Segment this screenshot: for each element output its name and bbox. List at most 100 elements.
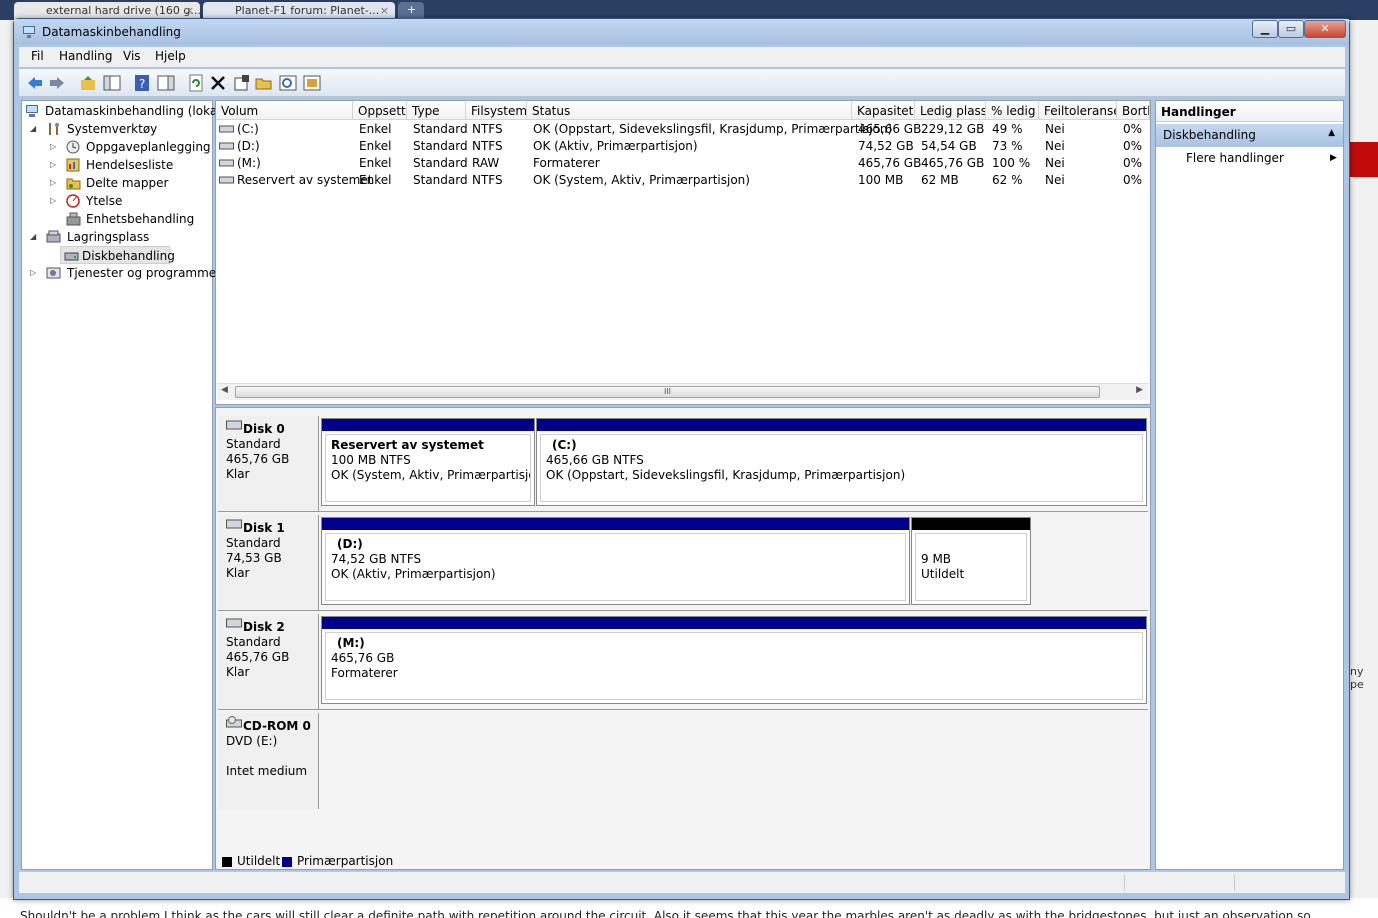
collapse-up-icon[interactable]: ▲ xyxy=(1328,128,1335,138)
disk-label[interactable]: Disk 1 Standard 74,53 GB Klar xyxy=(218,515,319,610)
search-icon[interactable] xyxy=(279,74,297,92)
table-cell[interactable]: 49 % xyxy=(992,121,1023,138)
column-header[interactable]: Ledig plass xyxy=(915,101,986,120)
action-pane-icon[interactable] xyxy=(157,74,175,92)
table-cell[interactable]: Nei xyxy=(1045,138,1065,155)
wizard-icon[interactable] xyxy=(303,74,321,92)
expand-icon[interactable]: ▷ xyxy=(30,264,36,282)
refresh-icon[interactable] xyxy=(187,74,205,92)
unallocated-space[interactable]: 9 MB Utildelt xyxy=(911,517,1031,605)
table-cell[interactable]: 0% xyxy=(1123,121,1142,138)
tree-item-disk-management[interactable]: Diskbehandling xyxy=(60,246,175,264)
collapse-icon[interactable]: ◢ xyxy=(30,120,36,138)
column-header[interactable]: % ledig xyxy=(986,101,1039,120)
close-button[interactable]: ✕ xyxy=(1304,20,1346,38)
partition[interactable]: Reservert av systemet 100 MB NTFS OK (Syst… xyxy=(321,418,535,506)
properties-icon[interactable] xyxy=(233,74,251,92)
title-bar[interactable]: Datamaskinbehandling ▁ ▭ ✕ xyxy=(14,19,1349,45)
help-icon[interactable]: ? xyxy=(133,74,151,92)
column-header[interactable]: Status xyxy=(527,101,852,120)
table-cell[interactable]: NTFS xyxy=(472,121,503,138)
disk-label[interactable]: Disk 2 Standard 465,76 GB Klar xyxy=(218,614,319,709)
column-header[interactable]: Volum xyxy=(216,101,353,120)
expand-icon[interactable]: ▷ xyxy=(50,156,56,174)
minimize-button[interactable]: ▁ xyxy=(1252,20,1278,38)
table-cell[interactable]: 0% xyxy=(1123,172,1142,189)
table-cell[interactable]: (D:) xyxy=(237,138,260,155)
table-cell[interactable]: 465,66 GB xyxy=(858,121,921,138)
table-cell[interactable]: NTFS xyxy=(472,138,503,155)
table-cell[interactable]: Enkel xyxy=(359,138,391,155)
column-header[interactable]: Oppsett xyxy=(353,101,407,120)
column-header[interactable]: Kapasitet xyxy=(852,101,915,120)
table-cell[interactable]: RAW xyxy=(472,155,499,172)
column-header[interactable]: Filsystem xyxy=(466,101,527,120)
table-cell[interactable]: 73 % xyxy=(992,138,1023,155)
menu-help[interactable]: Hjelp xyxy=(155,49,186,63)
disk-row[interactable]: Disk 0 Standard 465,76 GB Klar Reservert… xyxy=(218,416,1148,512)
horizontal-scrollbar[interactable]: ◀ III ▶ xyxy=(217,383,1149,400)
table-cell[interactable]: OK (Aktiv, Primærpartisjon) xyxy=(533,138,698,155)
table-cell[interactable]: 0% xyxy=(1123,138,1142,155)
delete-icon[interactable] xyxy=(209,74,227,92)
open-icon[interactable] xyxy=(255,74,273,92)
maximize-button[interactable]: ▭ xyxy=(1278,20,1304,38)
partition[interactable]: (C:) 465,66 GB NTFS OK (Oppstart, Sideveks… xyxy=(536,418,1147,506)
table-cell[interactable]: Enkel xyxy=(359,172,391,189)
table-cell[interactable]: Enkel xyxy=(359,121,391,138)
table-cell[interactable]: Nei xyxy=(1045,121,1065,138)
disk-label[interactable]: Disk 0 Standard 465,76 GB Klar xyxy=(218,416,319,511)
scroll-thumb[interactable]: III xyxy=(235,386,1100,398)
table-cell[interactable]: Standard xyxy=(413,138,468,155)
menu-view[interactable]: Vis xyxy=(123,49,141,63)
partition[interactable]: (D:) 74,52 GB NTFS OK (Aktiv, Primærpartis… xyxy=(321,517,910,605)
table-cell[interactable]: 100 % xyxy=(992,155,1030,172)
expand-icon[interactable]: ▷ xyxy=(50,138,56,156)
column-header[interactable]: Bortk xyxy=(1117,101,1150,120)
table-cell[interactable]: OK (Oppstart, Sidevekslingsfil, Krasjdum… xyxy=(533,121,892,138)
expand-icon[interactable]: ▷ xyxy=(50,174,56,192)
table-cell[interactable]: Nei xyxy=(1045,172,1065,189)
menu-file[interactable]: Fil xyxy=(31,49,44,63)
up-folder-icon[interactable] xyxy=(79,74,97,92)
scroll-left-icon[interactable]: ◀ xyxy=(221,385,228,395)
disk-label[interactable]: CD-ROM 0 DVD (E:) Intet medium xyxy=(218,713,319,809)
table-cell[interactable]: 465,76 GB xyxy=(921,155,984,172)
scroll-right-icon[interactable]: ▶ xyxy=(1136,385,1143,395)
close-icon[interactable]: × xyxy=(380,4,389,17)
table-cell[interactable]: Standard xyxy=(413,172,468,189)
expand-icon[interactable]: ▷ xyxy=(50,192,56,210)
table-cell[interactable]: 62 MB xyxy=(921,172,959,189)
column-header[interactable]: Feiltoleranse xyxy=(1039,101,1117,120)
table-cell[interactable]: Reservert av systemet xyxy=(237,172,372,189)
table-cell[interactable]: Formaterer xyxy=(533,155,600,172)
disk-row[interactable]: Disk 1 Standard 74,53 GB Klar (D:) 74,52 … xyxy=(218,515,1148,611)
menu-action[interactable]: Handling xyxy=(59,49,113,63)
disk-row[interactable]: Disk 2 Standard 465,76 GB Klar (M:) 465,7… xyxy=(218,614,1148,710)
more-actions-item[interactable]: Flere handlinger ▶ xyxy=(1186,151,1337,165)
table-cell[interactable]: Nei xyxy=(1045,155,1065,172)
close-icon[interactable]: × xyxy=(185,4,194,17)
console-tree-icon[interactable] xyxy=(103,74,121,92)
table-cell[interactable]: Standard xyxy=(413,155,468,172)
table-cell[interactable]: (C:) xyxy=(237,121,259,138)
table-cell[interactable]: 0% xyxy=(1123,155,1142,172)
partition[interactable]: (M:) 465,76 GB Formaterer xyxy=(321,616,1147,704)
table-cell[interactable]: Enkel xyxy=(359,155,391,172)
table-cell[interactable]: Standard xyxy=(413,121,468,138)
table-cell[interactable]: 62 % xyxy=(992,172,1023,189)
table-cell[interactable]: (M:) xyxy=(237,155,261,172)
actions-section[interactable]: Diskbehandling ▲ xyxy=(1156,124,1343,147)
table-cell[interactable]: 229,12 GB xyxy=(921,121,984,138)
table-cell[interactable]: 100 MB xyxy=(858,172,903,189)
table-cell[interactable]: 465,76 GB xyxy=(858,155,921,172)
forward-icon[interactable] xyxy=(48,74,66,92)
table-cell[interactable]: 74,52 GB xyxy=(858,138,914,155)
column-header[interactable]: Type xyxy=(407,101,466,120)
collapse-icon[interactable]: ◢ xyxy=(30,228,36,246)
table-cell[interactable]: NTFS xyxy=(472,172,503,189)
table-cell[interactable]: 54,54 GB xyxy=(921,138,977,155)
table-cell[interactable]: OK (System, Aktiv, Primærpartisjon) xyxy=(533,172,750,189)
back-icon[interactable] xyxy=(26,74,44,92)
disk-row[interactable]: CD-ROM 0 DVD (E:) Intet medium xyxy=(218,713,1148,809)
